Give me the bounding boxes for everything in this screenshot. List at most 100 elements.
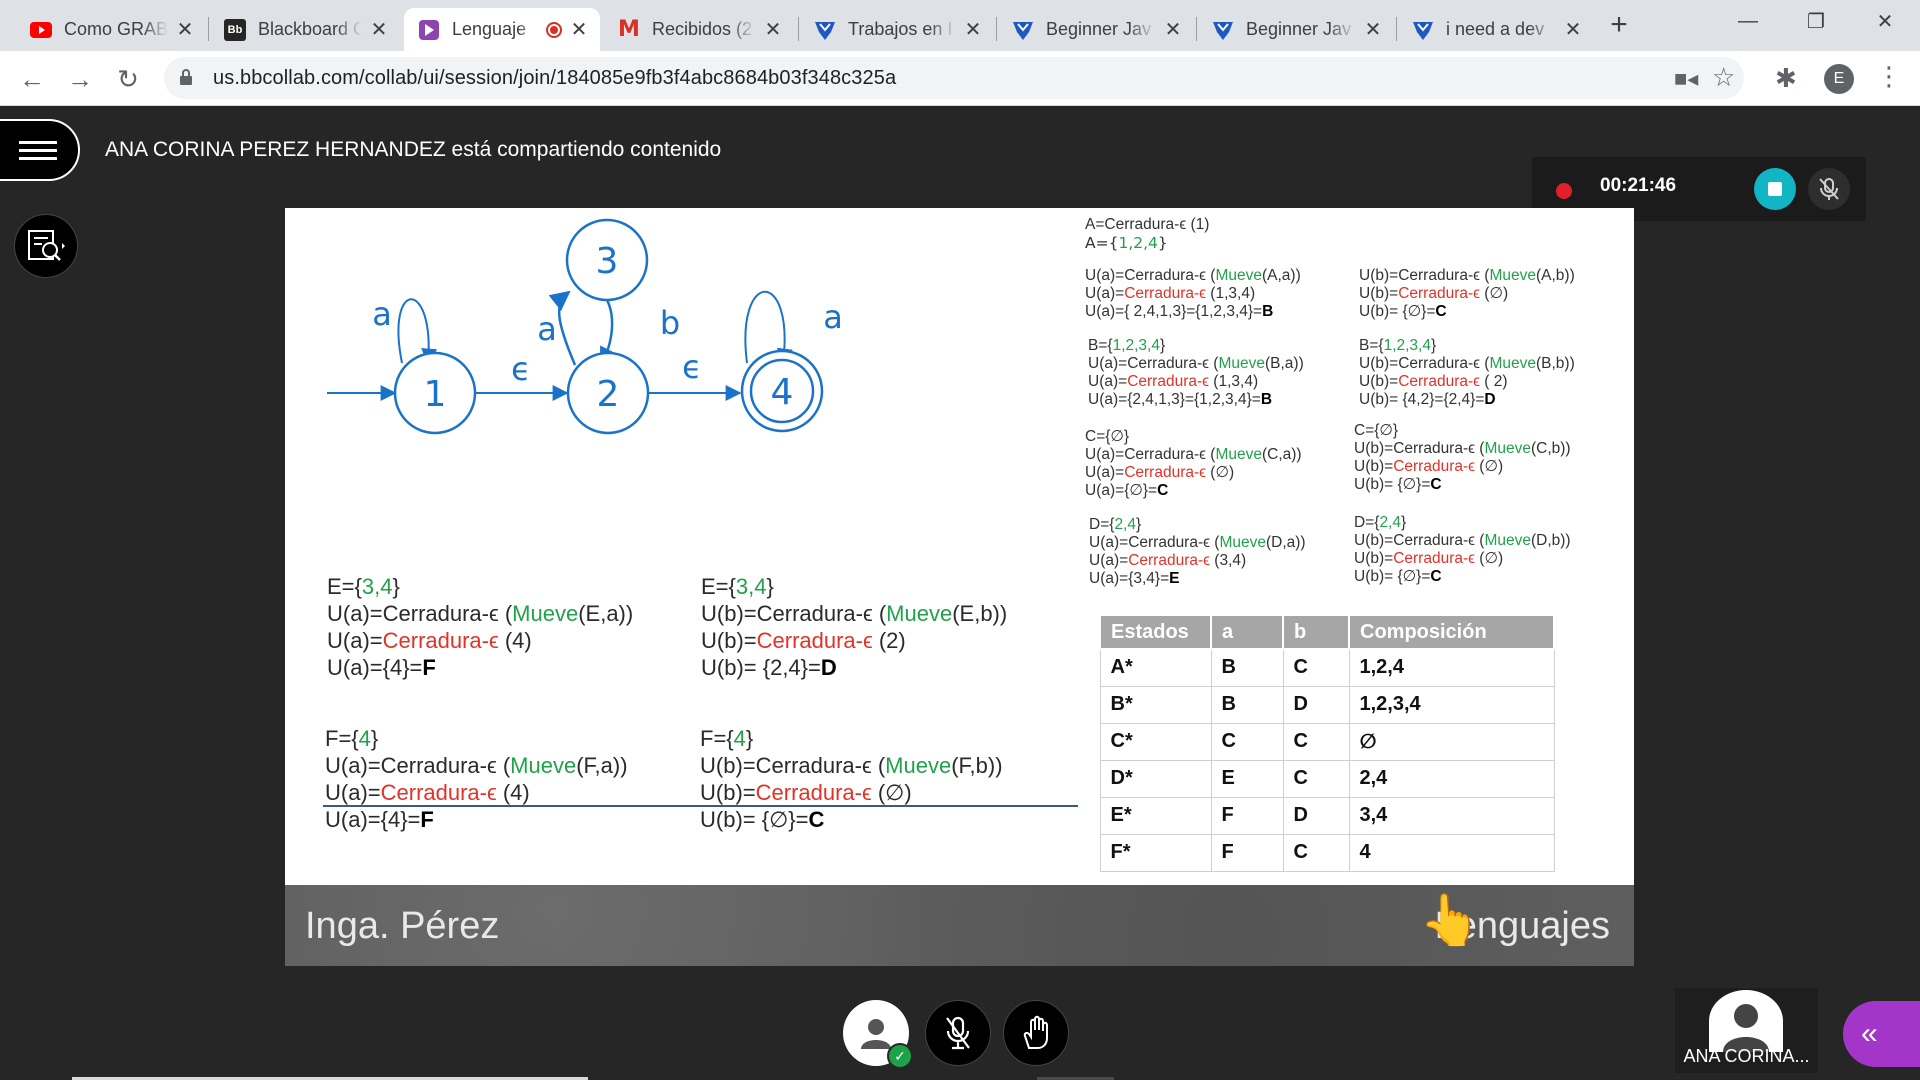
table-row: F* F C 4 xyxy=(1099,833,1555,872)
block-E-b: E={3,4} U(b)=Cerradura-ϵ (Mueve(E,b)) U(… xyxy=(701,574,1008,680)
dfa-states-table: Estados a b Composición A* B C 1,2,4 B* … xyxy=(1099,614,1555,872)
table-cell: D xyxy=(1282,685,1350,724)
block-D-b: D={2,4} U(b)=Cerradura-ϵ (Mueve(D,b)) U(… xyxy=(1354,514,1571,585)
browser-tab[interactable]: Como GRAB ✕ xyxy=(16,8,206,51)
open-collaborate-panel-button[interactable]: « xyxy=(1843,1001,1920,1067)
camera-in-use-icon[interactable]: ■◂ xyxy=(1674,66,1698,92)
extensions-icon[interactable]: ✱ xyxy=(1775,63,1797,94)
browser-toolbar: ← → ↻ us.bbcollab.com/collab/ui/session/… xyxy=(0,51,1920,106)
browser-tab[interactable]: Trabajos en I ✕ xyxy=(800,8,994,51)
address-bar[interactable]: us.bbcollab.com/collab/ui/session/join/1… xyxy=(164,57,1744,99)
reload-button[interactable]: ↻ xyxy=(110,61,146,97)
tab-label: Beginner Jav xyxy=(1246,19,1352,39)
column-header: Composición xyxy=(1348,614,1555,650)
browser-tab[interactable]: Bb Blackboard C ✕ xyxy=(210,8,400,51)
mute-audio-button[interactable] xyxy=(1808,168,1850,210)
double-chevron-left-icon: « xyxy=(1861,1017,1878,1050)
label-2-3: a xyxy=(537,310,557,348)
browser-tab[interactable]: i need a dev ✕ xyxy=(1398,8,1594,51)
tab-label: i need a dev xyxy=(1446,19,1545,39)
column-header: Estados xyxy=(1099,614,1212,650)
tab-label: Recibidos (2 xyxy=(652,19,753,39)
pointer-hand-icon: 👆 xyxy=(1419,892,1482,948)
participant-tile[interactable]: ANA CORINA... xyxy=(1675,988,1818,1073)
column-header: a xyxy=(1210,614,1284,650)
forward-button[interactable]: → xyxy=(62,61,98,97)
document-search-icon xyxy=(28,230,65,261)
table-cell: ∅ xyxy=(1348,722,1555,761)
close-window-button[interactable]: ✕ xyxy=(1855,0,1915,42)
table-cell: B* xyxy=(1099,685,1212,724)
table-cell: 2,4 xyxy=(1348,759,1555,798)
tab-label: Como GRAB xyxy=(64,19,168,39)
table-cell: C xyxy=(1282,648,1350,687)
table-cell: 4 xyxy=(1348,833,1555,872)
block-A-a: U(a)=Cerradura-ϵ (Mueve(A,a)) U(a)=Cerra… xyxy=(1085,267,1301,320)
block-D-a: D={2,4} U(a)=Cerradura-ϵ (Mueve(D,a)) U(… xyxy=(1089,516,1306,587)
content-search-button[interactable] xyxy=(14,214,78,278)
raise-hand-button[interactable] xyxy=(1003,1000,1069,1066)
slide-author: Inga. Pérez xyxy=(305,905,500,947)
browser-tab[interactable]: Beginner Jav ✕ xyxy=(998,8,1194,51)
close-tab-icon[interactable]: ✕ xyxy=(174,19,196,41)
block-E-a: E={3,4} U(a)=Cerradura-ϵ (Mueve(E,a)) U(… xyxy=(327,574,634,680)
table-row: E* F D 3,4 xyxy=(1099,796,1555,835)
block-B-a: B={1,2,3,4} U(a)=Cerradura-ϵ (Mueve(B,a)… xyxy=(1088,337,1304,408)
column-header: b xyxy=(1282,614,1350,650)
stop-recording-button[interactable] xyxy=(1754,168,1796,210)
browser-tab-active[interactable]: Lenguaje ✕ xyxy=(404,8,600,51)
close-tab-icon[interactable]: ✕ xyxy=(1162,19,1184,41)
state-2: 2 xyxy=(566,351,650,435)
table-row: A* B C 1,2,4 xyxy=(1099,648,1555,687)
minimize-window-button[interactable]: — xyxy=(1718,0,1778,42)
label-2-4: ϵ xyxy=(682,348,702,386)
browser-tab[interactable]: M Recibidos (2 ✕ xyxy=(604,8,794,51)
svg-text:3: 3 xyxy=(596,241,619,282)
lock-icon xyxy=(180,69,192,85)
close-tab-icon[interactable]: ✕ xyxy=(1562,19,1584,41)
table-cell: A* xyxy=(1099,648,1212,687)
browser-tab-strip: Como GRAB ✕ Bb Blackboard C ✕ Lenguaje ✕… xyxy=(0,0,1920,51)
table-cell: F xyxy=(1210,833,1284,872)
table-cell: E* xyxy=(1099,796,1212,835)
table-cell: B xyxy=(1210,648,1284,687)
block-A: A=Cerradura-ϵ (1) A={1,2,4} xyxy=(1085,216,1210,252)
state-1: 1 xyxy=(393,351,477,435)
state-3: 3 xyxy=(565,218,649,302)
label-3-2: b xyxy=(660,304,680,342)
close-tab-icon[interactable]: ✕ xyxy=(1362,19,1384,41)
table-row: C* C C ∅ xyxy=(1099,722,1555,761)
profile-avatar[interactable]: E xyxy=(1824,64,1854,94)
table-cell: E xyxy=(1210,759,1284,798)
close-tab-icon[interactable]: ✕ xyxy=(568,19,590,41)
browser-tab[interactable]: Beginner Jav ✕ xyxy=(1198,8,1394,51)
restore-window-button[interactable]: ❐ xyxy=(1786,0,1846,42)
block-C-a: C={∅} U(a)=Cerradura-ϵ (Mueve(C,a)) U(a)… xyxy=(1085,428,1302,499)
back-button[interactable]: ← xyxy=(14,61,50,97)
nfa-diagram: 1 2 3 4 a ϵ a b ϵ a xyxy=(327,218,843,435)
close-tab-icon[interactable]: ✕ xyxy=(368,19,390,41)
close-tab-icon[interactable]: ✕ xyxy=(762,19,784,41)
upwork-icon xyxy=(1412,19,1434,41)
youtube-icon xyxy=(30,19,52,41)
new-tab-button[interactable]: + xyxy=(1604,8,1634,42)
session-menu-button[interactable] xyxy=(0,119,80,181)
browser-menu-icon[interactable]: ⋮ xyxy=(1876,61,1902,92)
table-cell: C xyxy=(1210,722,1284,761)
muted-microphone-icon xyxy=(1819,178,1839,200)
close-tab-icon[interactable]: ✕ xyxy=(962,19,984,41)
gmail-icon: M xyxy=(618,17,640,42)
microphone-toggle-button[interactable] xyxy=(925,1000,991,1066)
url-text: us.bbcollab.com/collab/ui/session/join/1… xyxy=(213,67,897,89)
hamburger-icon xyxy=(19,136,57,165)
table-cell: 3,4 xyxy=(1348,796,1555,835)
collaborate-icon xyxy=(418,19,440,41)
label-1-2: ϵ xyxy=(511,350,531,388)
bookmark-star-icon[interactable]: ☆ xyxy=(1712,62,1735,93)
svg-text:1: 1 xyxy=(424,374,447,415)
block-B-b: B={1,2,3,4} U(b)=Cerradura-ϵ (Mueve(B,b)… xyxy=(1359,337,1575,408)
table-cell: C xyxy=(1282,833,1350,872)
svg-text:4: 4 xyxy=(771,372,794,413)
table-cell: 1,2,3,4 xyxy=(1348,685,1555,724)
recording-dot-icon xyxy=(1556,183,1572,199)
